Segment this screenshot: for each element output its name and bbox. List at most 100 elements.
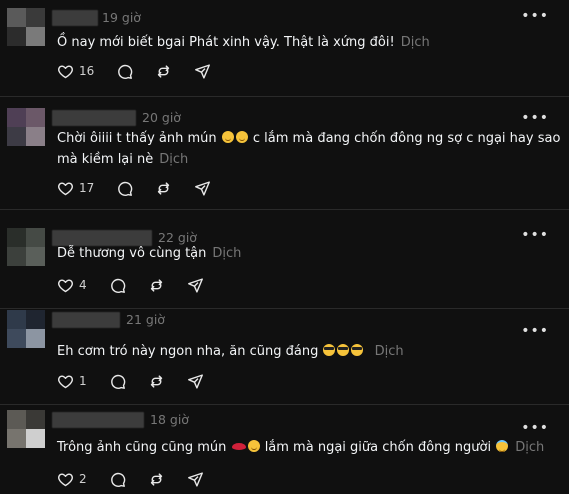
share-icon (194, 63, 211, 80)
action-bar: 1 (57, 371, 226, 391)
more-options-button[interactable]: ••• (521, 8, 549, 24)
reply-button[interactable] (116, 180, 133, 197)
reply-button[interactable] (109, 471, 126, 488)
comment-icon (109, 277, 126, 294)
repost-button[interactable] (148, 277, 165, 294)
more-options-button[interactable]: ••• (521, 110, 549, 126)
avatar[interactable] (7, 8, 45, 46)
timestamp: 20 giờ (142, 110, 181, 125)
username-blurred[interactable] (52, 10, 98, 26)
translate-link[interactable]: Dịch (515, 440, 544, 455)
comment-text-part: Ồ nay mới biết bgai Phát xinh vậy. Thật … (57, 35, 395, 50)
timestamp: 18 giờ (150, 412, 189, 427)
comment-icon (116, 180, 133, 197)
divider (0, 404, 569, 405)
repost-icon (148, 471, 165, 488)
repost-button[interactable] (148, 471, 165, 488)
translate-link[interactable]: Dịch (401, 35, 430, 50)
like-button[interactable]: 2 (57, 471, 87, 488)
username-blurred[interactable] (52, 412, 144, 428)
like-count: 1 (79, 374, 87, 388)
action-bar: 16 (57, 61, 233, 81)
translate-link[interactable]: Dịch (159, 152, 188, 167)
comment-text-part: Eh cơm tró này ngon nha, ăn cũng đáng (57, 344, 319, 359)
comment-text-part: c lắm mà đang chốn đông ng sợ c ngại hay… (252, 131, 561, 146)
translate-link[interactable]: Dịch (212, 246, 241, 261)
cool-emoji-icon (337, 344, 350, 356)
more-options-button[interactable]: ••• (521, 420, 549, 436)
action-bar: 17 (57, 178, 233, 198)
comment-text-line2: mà kiềm lại nè Dịch (57, 149, 188, 171)
avatar[interactable] (7, 228, 45, 266)
timestamp: 21 giờ (126, 312, 165, 327)
timestamp: 19 giờ (102, 10, 141, 25)
username-blurred[interactable] (52, 110, 136, 126)
share-button[interactable] (187, 373, 204, 390)
avatar[interactable] (7, 310, 45, 348)
comment-text: Chời ôiiii t thấy ảnh mún c lắm mà đang … (57, 128, 560, 150)
reply-button[interactable] (116, 63, 133, 80)
repost-icon (155, 63, 172, 80)
like-count: 4 (79, 278, 87, 292)
translate-link[interactable]: Dịch (375, 344, 404, 359)
comment-text: Eh cơm tró này ngon nha, ăn cũng đáng Dị… (57, 341, 404, 363)
like-count: 16 (79, 64, 95, 78)
share-button[interactable] (187, 277, 204, 294)
smirk-emoji-icon (247, 440, 260, 452)
like-button[interactable]: 1 (57, 373, 87, 390)
comment-text: Trông ảnh cũng cũng mún lắm mà ngại giữa… (57, 437, 544, 459)
comment-icon (109, 373, 126, 390)
repost-icon (148, 373, 165, 390)
repost-button[interactable] (148, 373, 165, 390)
divider (0, 209, 569, 210)
share-button[interactable] (194, 180, 211, 197)
comment-icon (109, 471, 126, 488)
smirk-emoji-icon (235, 131, 248, 143)
repost-icon (155, 180, 172, 197)
reply-button[interactable] (109, 277, 126, 294)
comment-text-part: Dễ thương vô cùng tận (57, 246, 207, 261)
heart-icon (57, 277, 74, 294)
share-icon (187, 277, 204, 294)
comment-text-part: lắm mà ngại giữa chốn đông người (264, 440, 492, 455)
reply-button[interactable] (109, 373, 126, 390)
like-button[interactable]: 16 (57, 63, 94, 80)
like-button[interactable]: 17 (57, 180, 94, 197)
like-button[interactable]: 4 (57, 277, 87, 294)
more-options-button[interactable]: ••• (521, 227, 549, 243)
comment-text-part: Chời ôiiii t thấy ảnh mún (57, 131, 217, 146)
smirk-emoji-icon (221, 131, 234, 143)
comment-text-part: Trông ảnh cũng cũng mún (57, 440, 227, 455)
heart-icon (57, 373, 74, 390)
avatar[interactable] (7, 410, 45, 448)
heart-icon (57, 471, 74, 488)
comment-feed: 19 giờ ••• Ồ nay mới biết bgai Phát xinh v… (0, 0, 569, 494)
avatar[interactable] (7, 108, 45, 146)
share-button[interactable] (194, 63, 211, 80)
like-count: 2 (79, 472, 87, 486)
like-count: 17 (79, 181, 95, 195)
cool-emoji-icon (323, 344, 336, 356)
divider (0, 96, 569, 97)
action-bar: 4 (57, 275, 226, 295)
comment-text: Ồ nay mới biết bgai Phát xinh vậy. Thật … (57, 32, 430, 54)
action-bar: 2 (57, 469, 226, 489)
lips-emoji-icon (231, 440, 246, 452)
heart-icon (57, 63, 74, 80)
repost-button[interactable] (155, 180, 172, 197)
username-blurred[interactable] (52, 312, 120, 328)
share-button[interactable] (187, 471, 204, 488)
more-options-button[interactable]: ••• (521, 323, 549, 339)
repost-icon (148, 277, 165, 294)
heart-icon (57, 180, 74, 197)
comment-text-part: mà kiềm lại nè (57, 152, 154, 167)
share-icon (187, 373, 204, 390)
comment-icon (116, 63, 133, 80)
divider (0, 308, 569, 309)
cool-emoji-icon (351, 344, 364, 356)
share-icon (187, 471, 204, 488)
share-icon (194, 180, 211, 197)
repost-button[interactable] (155, 63, 172, 80)
comment-text: Dễ thương vô cùng tận Dịch (57, 243, 241, 265)
innocent-emoji-icon (496, 440, 509, 452)
